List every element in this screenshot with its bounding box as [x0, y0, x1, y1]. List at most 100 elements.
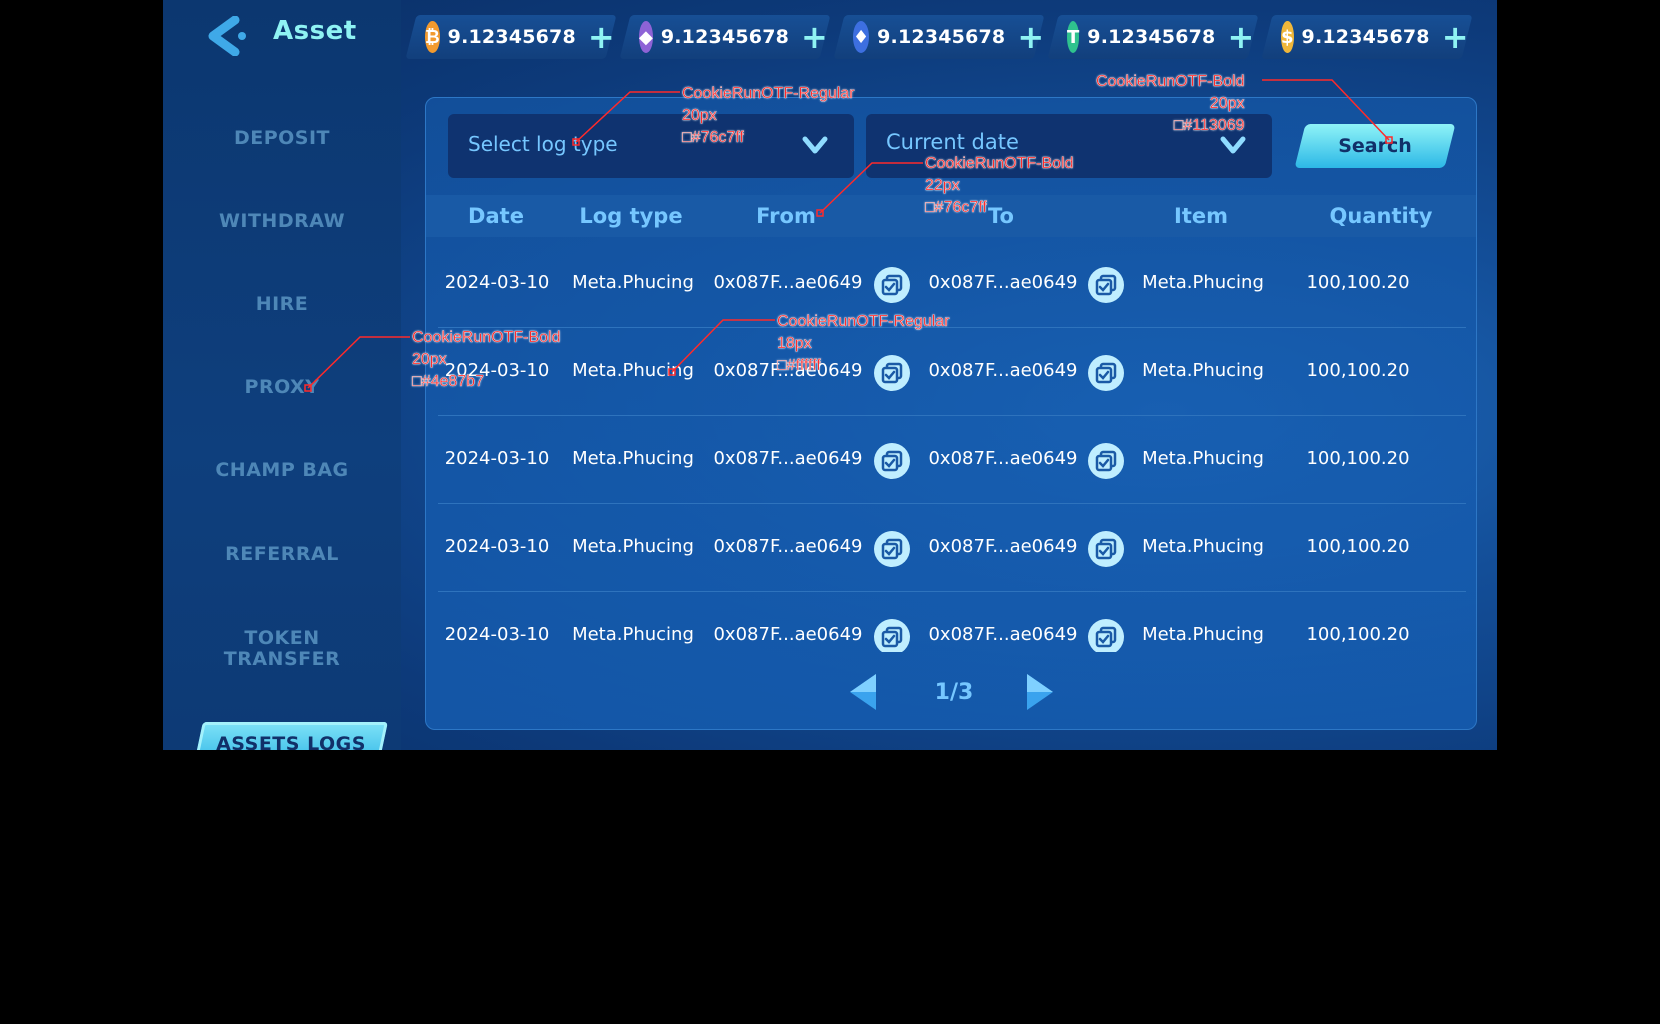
sidebar-item-hire[interactable]: HIRE — [163, 294, 401, 315]
copy-icon — [881, 450, 903, 472]
next-page-icon[interactable] — [1023, 672, 1057, 712]
column-header-to: To — [988, 204, 1014, 228]
copy-icon — [1095, 362, 1117, 384]
dollar-coin-icon: $ — [1281, 21, 1294, 53]
sidebar-item-label: ASSETS LOGS — [215, 733, 366, 750]
table-row: 2024-03-10 Meta.Phucing 0x087F...ae0649 0x0… — [438, 504, 1466, 592]
cell-quantity: 100,100.20 — [1306, 272, 1410, 293]
cell-date: 2024-03-10 — [444, 272, 550, 293]
page-title: Asset — [273, 16, 357, 46]
sidebar-item-champ-bag[interactable]: CHAMP BAG — [163, 460, 401, 481]
cell-to: 0x087F...ae0649 — [928, 448, 1078, 469]
log-type-select[interactable]: Select log type — [448, 114, 854, 178]
cell-date: 2024-03-10 — [444, 360, 550, 381]
cell-date: 2024-03-10 — [444, 536, 550, 557]
cell-log-type: Meta.Phucing — [572, 272, 694, 293]
currency-amount: 9.12345678 — [447, 26, 576, 48]
add-dollar-coin-button[interactable]: + — [1442, 18, 1469, 56]
copy-icon — [881, 626, 903, 648]
ethereum-icon: ◆ — [639, 21, 653, 53]
copy-to-address-button[interactable] — [1088, 267, 1124, 303]
sidebar-item-referral[interactable]: REFERRAL — [163, 544, 401, 565]
add-ethereum-button[interactable]: + — [801, 18, 828, 56]
cell-item: Meta.Phucing — [1142, 360, 1264, 381]
chevron-down-icon — [802, 136, 828, 154]
cell-to: 0x087F...ae0649 — [928, 624, 1078, 645]
table-row: 2024-03-10 Meta.Phucing 0x087F...ae0649 0x0… — [438, 416, 1466, 504]
sidebar-item-deposit[interactable]: DEPOSIT — [163, 128, 401, 149]
date-placeholder: Current date — [886, 130, 1019, 154]
cell-item: Meta.Phucing — [1142, 536, 1264, 557]
cell-quantity: 100,100.20 — [1306, 624, 1410, 645]
cell-from: 0x087F...ae0649 — [713, 536, 863, 557]
currency-pill-ethereum: ◆ 9.12345678 + — [619, 15, 831, 59]
copy-to-address-button[interactable] — [1088, 531, 1124, 567]
cell-from: 0x087F...ae0649 — [713, 448, 863, 469]
sidebar-item-assets-logs[interactable]: ASSETS LOGS — [193, 722, 388, 750]
copy-to-address-button[interactable] — [1088, 443, 1124, 479]
currency-pill-tether: T 9.12345678 + — [1047, 15, 1259, 59]
currency-pill-dollar-coin: $ 9.12345678 + — [1261, 15, 1473, 59]
column-header-item: Item — [1174, 204, 1228, 228]
column-header-quantity: Quantity — [1329, 204, 1433, 228]
cell-from: 0x087F...ae0649 — [713, 272, 863, 293]
currency-amount: 9.12345678 — [877, 26, 1006, 48]
column-header-from: From — [756, 204, 816, 228]
sidebar-item-withdraw[interactable]: WITHDRAW — [163, 211, 401, 232]
table-row: 2024-03-10 Meta.Phucing 0x087F...ae0649 0x0… — [438, 240, 1466, 328]
game-screen: Asset DEPOSIT WITHDRAW HIRE PROXY CHAMP … — [163, 0, 1497, 750]
add-tether-button[interactable]: + — [1227, 18, 1254, 56]
cell-log-type: Meta.Phucing — [572, 360, 694, 381]
copy-icon — [881, 274, 903, 296]
cell-to: 0x087F...ae0649 — [928, 360, 1078, 381]
copy-icon — [1095, 450, 1117, 472]
cell-to: 0x087F...ae0649 — [928, 272, 1078, 293]
cell-quantity: 100,100.20 — [1306, 536, 1410, 557]
currency-amount: 9.12345678 — [660, 26, 790, 48]
column-header-date: Date — [468, 204, 524, 228]
copy-to-address-button[interactable] — [1088, 355, 1124, 391]
copy-icon — [1095, 538, 1117, 560]
table-row: 2024-03-10 Meta.Phucing 0x087F...ae0649 0x0… — [438, 592, 1466, 652]
cell-from: 0x087F...ae0649 — [713, 360, 863, 381]
cell-date: 2024-03-10 — [444, 624, 550, 645]
copy-from-address-button[interactable] — [874, 443, 910, 479]
copy-from-address-button[interactable] — [874, 267, 910, 303]
log-type-placeholder: Select log type — [468, 132, 618, 156]
copy-to-address-button[interactable] — [1088, 619, 1124, 652]
chevron-down-icon — [1220, 136, 1246, 154]
cell-item: Meta.Phucing — [1142, 272, 1264, 293]
sidebar-item-proxy[interactable]: PROXY — [163, 377, 401, 398]
page-indicator: 1/3 — [934, 680, 974, 705]
copy-icon — [1095, 626, 1117, 648]
column-header-log-type: Log type — [579, 204, 683, 228]
bitcoin-icon: ₿ — [425, 21, 440, 53]
search-button[interactable]: Search — [1294, 124, 1456, 168]
cell-log-type: Meta.Phucing — [572, 448, 694, 469]
currency-amount: 9.12345678 — [1301, 26, 1430, 48]
cell-quantity: 100,100.20 — [1306, 448, 1410, 469]
add-fire-token-button[interactable]: + — [1017, 18, 1044, 56]
previous-page-icon[interactable] — [846, 672, 880, 712]
cell-to: 0x087F...ae0649 — [928, 536, 1078, 557]
copy-from-address-button[interactable] — [874, 355, 910, 391]
copy-from-address-button[interactable] — [874, 619, 910, 652]
copy-from-address-button[interactable] — [874, 531, 910, 567]
copy-icon — [881, 538, 903, 560]
cell-log-type: Meta.Phucing — [572, 624, 694, 645]
currency-pill-fire-token: ♦ 9.12345678 + — [833, 15, 1045, 59]
cell-item: Meta.Phucing — [1142, 448, 1264, 469]
currency-amount: 9.12345678 — [1087, 26, 1216, 48]
assets-log-panel: Select log type Current date Search Date… — [425, 97, 1477, 730]
search-button-label: Search — [1338, 135, 1412, 157]
back-arrow-icon[interactable] — [205, 16, 249, 56]
cell-log-type: Meta.Phucing — [572, 536, 694, 557]
cell-date: 2024-03-10 — [444, 448, 550, 469]
pagination: 1/3 — [426, 656, 1476, 726]
sidebar-item-token-transfer[interactable]: TOKEN TRANSFER — [185, 628, 379, 670]
log-table-body: 2024-03-10 Meta.Phucing 0x087F...ae0649 0x0… — [426, 240, 1476, 652]
fire-token-icon: ♦ — [853, 21, 870, 53]
date-select[interactable]: Current date — [866, 114, 1272, 178]
currency-pill-bitcoin: ₿ 9.12345678 + — [405, 15, 617, 59]
add-bitcoin-button[interactable]: + — [588, 18, 615, 56]
